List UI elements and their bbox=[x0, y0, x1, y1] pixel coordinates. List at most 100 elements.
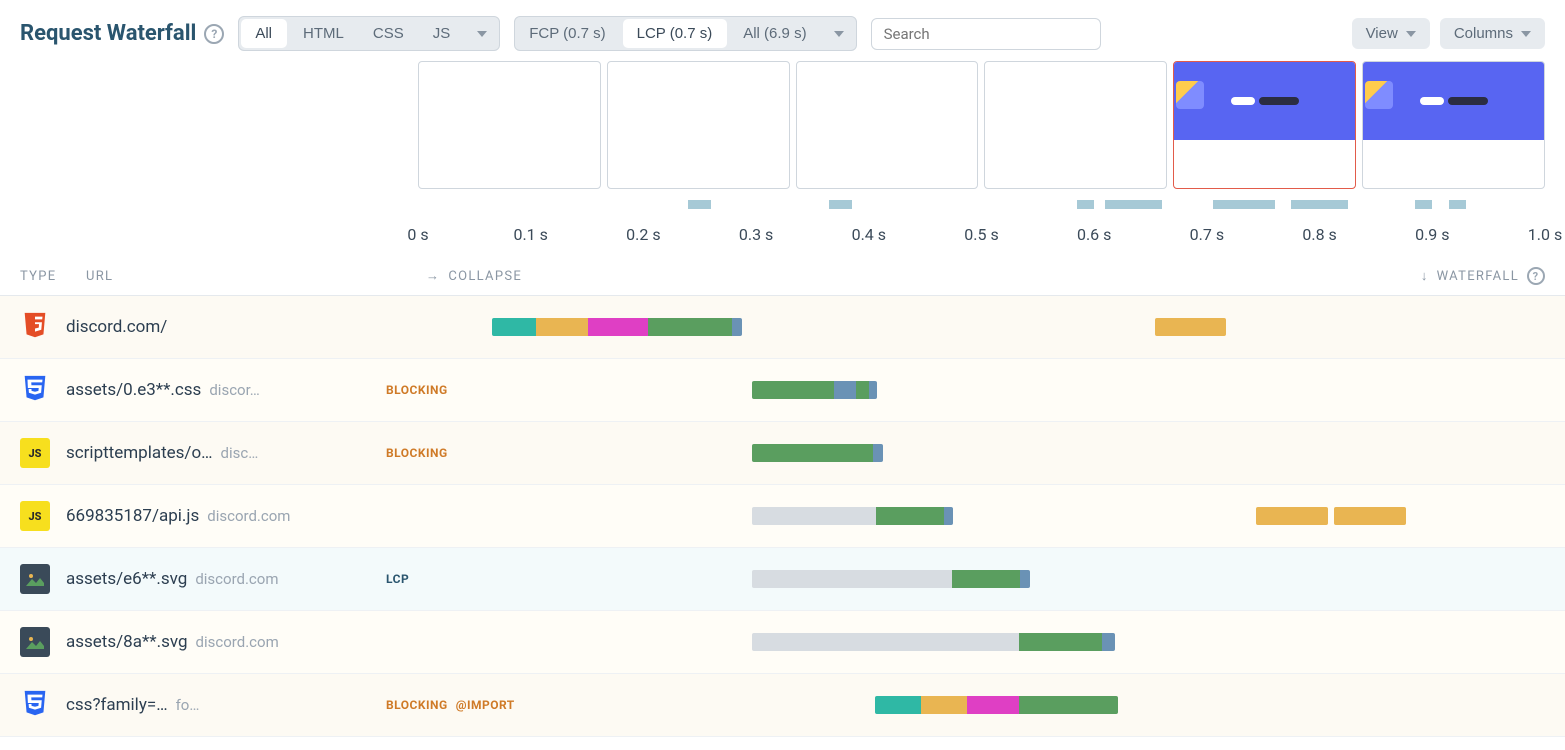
css-icon bbox=[20, 688, 50, 722]
filmstrip-frame[interactable] bbox=[607, 61, 790, 189]
bar-segment bbox=[1256, 507, 1328, 525]
help-icon[interactable]: ? bbox=[1527, 267, 1545, 285]
request-url: assets/0.e3**.cssdiscor… bbox=[66, 380, 386, 400]
url-path: scripttemplates/o… bbox=[66, 443, 213, 463]
timing-bar[interactable] bbox=[1334, 507, 1406, 525]
help-icon[interactable]: ? bbox=[204, 24, 224, 44]
filmstrip-frame[interactable] bbox=[1173, 61, 1356, 189]
waterfall-cell bbox=[476, 674, 1545, 736]
waterfall-rows: discord.com/assets/0.e3**.cssdiscor…BLOC… bbox=[0, 296, 1565, 737]
mini-mark bbox=[1291, 200, 1347, 209]
lcp-badge: LCP bbox=[386, 572, 409, 586]
tick-label: 0.4 s bbox=[852, 225, 886, 244]
bar-segment bbox=[1020, 570, 1030, 588]
url-path: discord.com/ bbox=[66, 317, 167, 337]
url-host: discord.com bbox=[207, 507, 290, 525]
bar-segment bbox=[732, 318, 742, 336]
bar-segment bbox=[869, 381, 877, 399]
request-url: 669835187/api.jsdiscord.com bbox=[66, 506, 386, 526]
filmstrip bbox=[418, 61, 1545, 189]
format-filter-group: AllHTMLCSSJS bbox=[238, 16, 500, 51]
tick-label: 0.7 s bbox=[1190, 225, 1224, 244]
request-row[interactable]: css?family=…fo…BLOCKING@IMPORT bbox=[0, 674, 1565, 737]
filter-html[interactable]: HTML bbox=[289, 17, 359, 50]
mini-mark bbox=[1415, 200, 1432, 209]
filmstrip-frame[interactable] bbox=[796, 61, 979, 189]
timing-bar[interactable] bbox=[1155, 318, 1227, 336]
url-host: fo… bbox=[176, 696, 206, 714]
blocking-badge: BLOCKING bbox=[386, 383, 448, 397]
request-row[interactable]: JS scripttemplates/o…disc…BLOCKING bbox=[0, 422, 1565, 485]
tick-label: 0.8 s bbox=[1302, 225, 1336, 244]
timing-bar[interactable] bbox=[1256, 507, 1328, 525]
request-row[interactable]: discord.com/ bbox=[0, 296, 1565, 359]
filter-js[interactable]: JS bbox=[419, 17, 466, 50]
mini-mark bbox=[1449, 200, 1466, 209]
filter-all-6-9-s-[interactable]: All (6.9 s) bbox=[729, 17, 821, 50]
filmstrip-frame[interactable] bbox=[418, 61, 601, 189]
bar-segment bbox=[752, 507, 876, 525]
filmstrip-frame[interactable] bbox=[1362, 61, 1545, 189]
bar-segment bbox=[856, 381, 869, 399]
bar-segment bbox=[1019, 696, 1118, 714]
timing-bar[interactable] bbox=[492, 318, 742, 336]
tick-label: 1.0 s bbox=[1528, 225, 1562, 244]
timing-bar[interactable] bbox=[752, 381, 877, 399]
chevron-down-icon[interactable] bbox=[465, 17, 499, 50]
collapse-toggle[interactable]: → COLLAPSE bbox=[426, 268, 522, 284]
timing-bar[interactable] bbox=[752, 570, 1030, 588]
chevron-down-icon[interactable] bbox=[822, 17, 856, 50]
html-icon bbox=[20, 310, 50, 344]
badge-col: BLOCKING bbox=[386, 446, 476, 460]
request-url: scripttemplates/o…disc… bbox=[66, 443, 386, 463]
url-path: assets/e6**.svg bbox=[66, 569, 187, 589]
view-dropdown[interactable]: View bbox=[1352, 18, 1430, 49]
search-input[interactable] bbox=[871, 18, 1101, 50]
request-row[interactable]: assets/e6**.svgdiscord.comLCP bbox=[0, 548, 1565, 611]
url-path: assets/0.e3**.css bbox=[66, 380, 201, 400]
tick-label: 0.9 s bbox=[1415, 225, 1449, 244]
url-path: css?family=… bbox=[66, 695, 168, 715]
bar-segment bbox=[873, 444, 883, 462]
filter-css[interactable]: CSS bbox=[359, 17, 419, 50]
bar-segment bbox=[834, 381, 856, 399]
arrow-right-icon: → bbox=[426, 268, 440, 284]
timing-bar[interactable] bbox=[752, 444, 883, 462]
tick-label: 0 s bbox=[407, 225, 428, 244]
css-icon bbox=[20, 373, 50, 407]
waterfall-cell bbox=[476, 611, 1545, 673]
filmstrip-timeline: 0 s0.1 s0.2 s0.3 s0.4 s0.5 s0.6 s0.7 s0.… bbox=[0, 61, 1565, 261]
waterfall-label: WATERFALL bbox=[1437, 269, 1519, 284]
timing-bar[interactable] bbox=[752, 507, 953, 525]
bar-segment bbox=[752, 633, 1019, 651]
columns-label: Columns bbox=[1454, 25, 1513, 42]
columns-dropdown[interactable]: Columns bbox=[1440, 18, 1545, 49]
request-row[interactable]: JS669835187/api.jsdiscord.com bbox=[0, 485, 1565, 548]
request-row[interactable]: assets/0.e3**.cssdiscor…BLOCKING bbox=[0, 359, 1565, 422]
tick-label: 0.3 s bbox=[739, 225, 773, 244]
chevron-down-icon bbox=[1406, 31, 1416, 37]
filter-lcp-0-7-s-[interactable]: LCP (0.7 s) bbox=[623, 19, 728, 48]
filmstrip-frame[interactable] bbox=[984, 61, 1167, 189]
waterfall-sort[interactable]: ↓ WATERFALL ? bbox=[1421, 267, 1545, 285]
img-icon bbox=[20, 564, 50, 594]
bar-segment bbox=[875, 696, 921, 714]
img-icon bbox=[20, 627, 50, 657]
waterfall-cell bbox=[476, 422, 1545, 484]
filter-fcp-0-7-s-[interactable]: FCP (0.7 s) bbox=[515, 17, 620, 50]
filter-all[interactable]: All bbox=[241, 19, 287, 48]
js-icon: JS bbox=[20, 438, 50, 468]
mini-mark bbox=[688, 200, 711, 209]
request-url: discord.com/ bbox=[66, 317, 386, 337]
timing-bar[interactable] bbox=[752, 633, 1115, 651]
timing-bar[interactable] bbox=[875, 696, 1118, 714]
bar-segment bbox=[1155, 318, 1227, 336]
bar-segment bbox=[648, 318, 732, 336]
bar-segment bbox=[588, 318, 649, 336]
request-row[interactable]: assets/8a**.svgdiscord.com bbox=[0, 611, 1565, 674]
bar-segment bbox=[492, 318, 536, 336]
col-url-header: URL bbox=[86, 269, 426, 284]
mini-mark bbox=[1213, 200, 1275, 209]
timing-filter-group: FCP (0.7 s)LCP (0.7 s)All (6.9 s) bbox=[514, 16, 856, 51]
collapse-label: COLLAPSE bbox=[448, 269, 522, 284]
